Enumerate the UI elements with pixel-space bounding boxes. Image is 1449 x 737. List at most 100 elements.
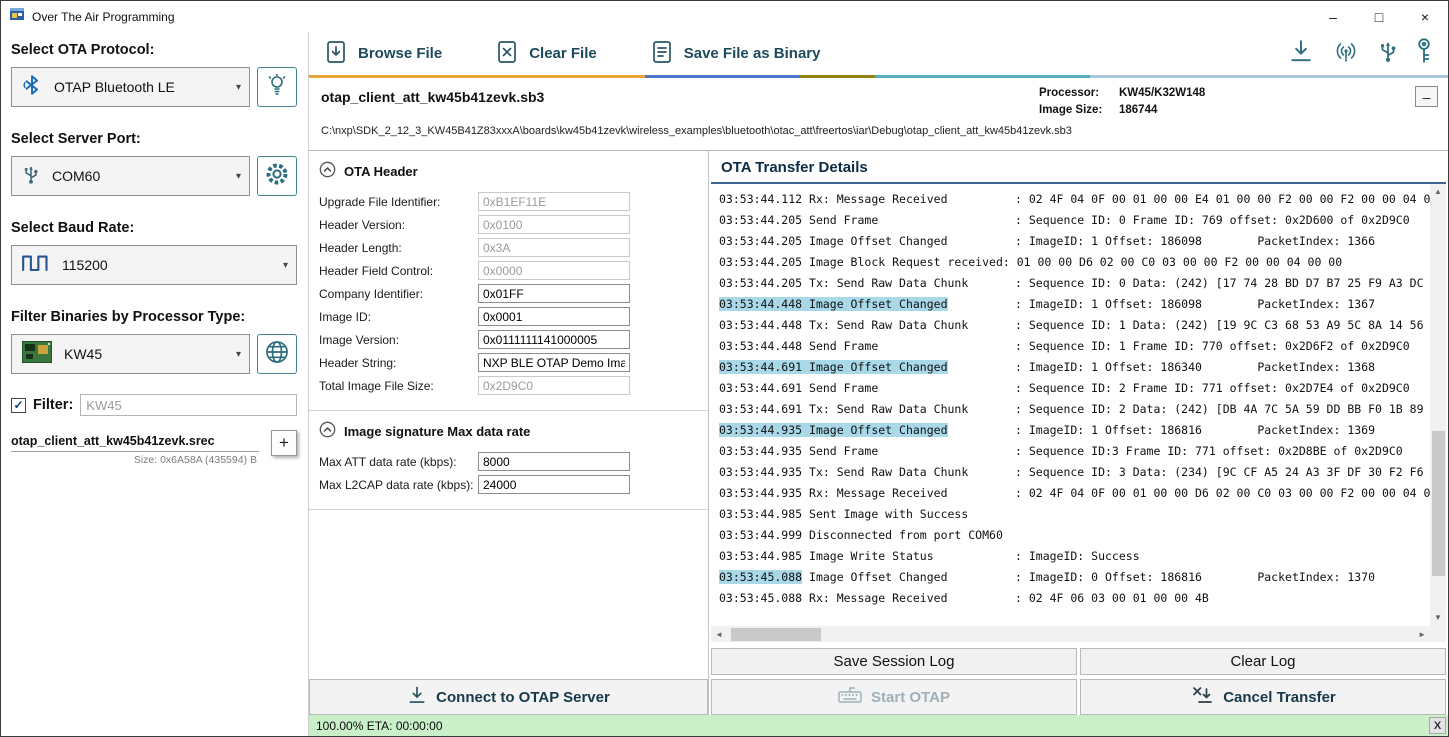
keyboard-icon <box>838 686 862 708</box>
signature-fields: Max ATT data rate (kbps): Max L2CAP data … <box>309 448 708 504</box>
app-window: Over The Air Programming – □ × Select OT… <box>0 0 1449 737</box>
port-settings-button[interactable] <box>257 156 297 196</box>
log-line: 03:53:44.935 Image Offset Changed: Image… <box>719 420 1428 441</box>
vertical-scrollbar[interactable]: ▲ ▼ <box>1430 184 1446 625</box>
file-list-item[interactable]: otap_client_att_kw45b41zevk.srec Size: 0… <box>11 434 297 466</box>
image-id-label: Image ID: <box>319 310 478 324</box>
filter-checkbox[interactable]: ✓ <box>11 398 26 413</box>
window-title: Over The Air Programming <box>32 10 175 24</box>
close-progress-button[interactable]: X <box>1429 717 1446 734</box>
max-att-data-rate-input[interactable] <box>478 452 630 471</box>
log-line: 03:53:44.985 Sent Image with Success <box>719 504 1428 525</box>
progress-bar: 100.00% ETA: 00:00:00 X <box>309 715 1448 736</box>
field-row: Header String: <box>309 351 708 374</box>
file-meta: Processor:KW45/K32W148 Image Size:186744 <box>1039 87 1205 121</box>
port-value: COM60 <box>52 168 222 184</box>
loaded-file-name: otap_client_att_kw45b41zevk.sb3 <box>321 89 1436 105</box>
divider <box>309 509 708 510</box>
save-binary-button[interactable]: Save File as Binary <box>649 39 821 69</box>
header-version-input <box>478 215 630 234</box>
minimize-button[interactable]: – <box>1310 1 1356 32</box>
filter-input[interactable] <box>80 394 297 416</box>
log-line: 03:53:44.448 Image Offset Changed: Image… <box>719 294 1428 315</box>
image-size-value: 186744 <box>1119 104 1157 116</box>
clear-file-label: Clear File <box>529 45 597 62</box>
log-line: 03:53:44.448 Send Frame: Sequence ID: 1 … <box>719 336 1428 357</box>
scrollbar-corner <box>1430 625 1446 642</box>
connect-otap-label: Connect to OTAP Server <box>436 689 610 706</box>
usb-icon[interactable] <box>1378 38 1398 69</box>
processor-meta-label: Processor: <box>1039 87 1119 99</box>
connect-otap-button[interactable]: Connect to OTAP Server <box>309 679 708 715</box>
company-identifier-input[interactable] <box>478 284 630 303</box>
horizontal-scrollbar[interactable]: ◄ ► <box>711 626 1430 642</box>
log-line: 03:53:45.088 Image Offset Changed: Image… <box>719 567 1428 588</box>
key-icon[interactable] <box>1416 37 1432 70</box>
window-controls: – □ × <box>1310 1 1448 32</box>
max-l2cap-data-rate-label: Max L2CAP data rate (kbps): <box>319 478 478 492</box>
protocol-hint-button[interactable] <box>257 67 297 107</box>
start-otap-button[interactable]: Start OTAP <box>711 679 1077 715</box>
maximize-button[interactable]: □ <box>1356 1 1402 32</box>
collapse-signature-icon[interactable] <box>319 421 336 441</box>
baud-value: 115200 <box>62 257 269 273</box>
processor-meta-value: KW45/K32W148 <box>1119 87 1205 99</box>
download-icon[interactable] <box>1288 38 1314 69</box>
log-line: 03:53:45.088 Rx: Message Received: 02 4F… <box>719 588 1428 609</box>
field-row: Company Identifier: <box>309 282 708 305</box>
ota-header-section-header: OTA Header <box>309 151 708 188</box>
protocol-label: Select OTA Protocol: <box>11 42 297 58</box>
browse-file-button[interactable]: Browse File <box>323 39 442 69</box>
add-file-button[interactable]: + <box>271 430 297 456</box>
save-binary-icon <box>649 39 675 69</box>
save-binary-label: Save File as Binary <box>684 45 821 62</box>
log-line: 03:53:44.205 Send Frame: Sequence ID: 0 … <box>719 210 1428 231</box>
scroll-down-icon[interactable]: ▼ <box>1434 613 1442 622</box>
header-field-control-input <box>478 261 630 280</box>
chevron-down-icon: ▾ <box>234 82 243 93</box>
header-string-input[interactable] <box>478 353 630 372</box>
processor-combo[interactable]: KW45 ▾ <box>11 334 250 374</box>
progress-text: 100.00% ETA: 00:00:00 <box>316 719 443 733</box>
main-area: Browse File Clear File Save File as Bina… <box>309 32 1448 736</box>
scroll-left-icon[interactable]: ◄ <box>715 630 723 639</box>
log-line: 03:53:44.448 Tx: Send Raw Data Chunk: Se… <box>719 315 1428 336</box>
signature-title: Image signature Max data rate <box>344 424 530 439</box>
close-button[interactable]: × <box>1402 1 1448 32</box>
header-length-label: Header Length: <box>319 241 478 255</box>
collapse-file-info-button[interactable]: – <box>1415 86 1438 107</box>
port-combo[interactable]: COM60 ▾ <box>11 156 250 196</box>
browse-file-label: Browse File <box>358 45 442 62</box>
log-line: 03:53:44.935 Send Frame: Sequence ID:3 F… <box>719 441 1428 462</box>
clear-log-button[interactable]: Clear Log <box>1080 648 1446 675</box>
usb-icon <box>22 163 40 190</box>
wireless-icon[interactable] <box>1332 38 1360 69</box>
image-id-input[interactable] <box>478 307 630 326</box>
field-row: Header Version: <box>309 213 708 236</box>
save-session-log-button[interactable]: Save Session Log <box>711 648 1077 675</box>
vertical-scroll-thumb[interactable] <box>1432 431 1445 577</box>
field-row: Header Field Control: <box>309 259 708 282</box>
company-identifier-label: Company Identifier: <box>319 287 478 301</box>
loaded-file-path: C:\nxp\SDK_2_12_3_KW45B41Z83xxxA\boards\… <box>321 125 1436 137</box>
scroll-right-icon[interactable]: ► <box>1418 630 1426 639</box>
log-line: 03:53:44.205 Image Block Request receive… <box>719 252 1428 273</box>
protocol-combo[interactable]: OTAP Bluetooth LE ▾ <box>11 67 250 107</box>
browse-file-icon <box>323 39 349 69</box>
collapse-ota-header-icon[interactable] <box>319 161 336 181</box>
log-line: 03:53:44.935 Rx: Message Received: 02 4F… <box>719 483 1428 504</box>
field-row: Max ATT data rate (kbps): <box>309 450 708 473</box>
clear-file-button[interactable]: Clear File <box>494 39 597 69</box>
file-name: otap_client_att_kw45b41zevk.srec <box>11 434 259 452</box>
log-line: 03:53:44.691 Tx: Send Raw Data Chunk: Se… <box>719 399 1428 420</box>
ota-header-panel: OTA Header Upgrade File Identifier:Heade… <box>309 151 709 715</box>
image-version-input[interactable] <box>478 330 630 349</box>
scroll-up-icon[interactable]: ▲ <box>1434 187 1442 196</box>
log-line: 03:53:44.935 Tx: Send Raw Data Chunk: Se… <box>719 462 1428 483</box>
max-l2cap-data-rate-input[interactable] <box>478 475 630 494</box>
baud-combo[interactable]: 115200 ▾ <box>11 245 297 285</box>
field-row: Max L2CAP data rate (kbps): <box>309 473 708 496</box>
horizontal-scroll-thumb[interactable] <box>731 628 821 641</box>
processor-globe-button[interactable] <box>257 334 297 374</box>
cancel-transfer-button[interactable]: Cancel Transfer <box>1080 679 1446 715</box>
